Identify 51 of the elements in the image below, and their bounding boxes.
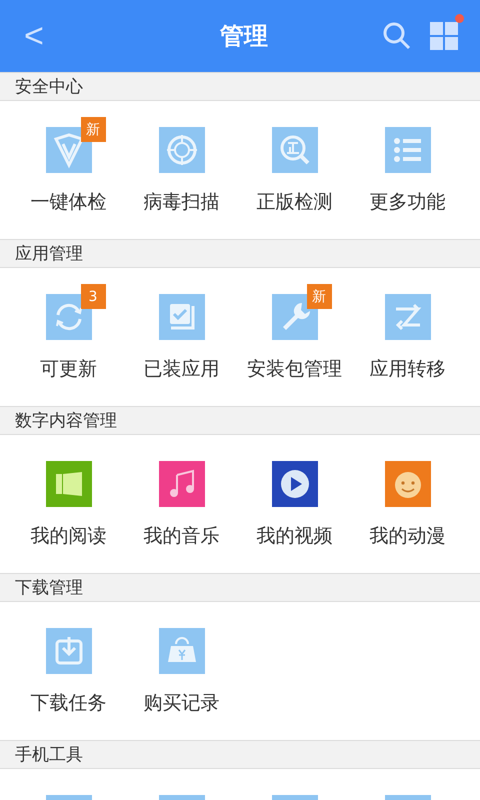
tile-label: 购买记录 — [144, 691, 220, 716]
app-tile[interactable]: 我的动漫 — [351, 435, 464, 573]
tile-label: 更多功能 — [370, 190, 446, 215]
search-icon — [382, 21, 412, 51]
app-tile[interactable]: 购买记录 — [125, 602, 238, 740]
section-title: 数字内容管理 — [15, 410, 117, 432]
app-tile[interactable]: 3 可更新 — [12, 268, 125, 406]
baby-face-icon — [384, 461, 430, 507]
tile-label: 已装应用 — [144, 357, 220, 382]
app-tile[interactable]: 我的阅读 — [12, 435, 125, 573]
new-badge: 新 — [80, 117, 106, 142]
section-title: 应用管理 — [15, 243, 83, 265]
tile-label: 我的动漫 — [370, 524, 446, 549]
section-title: 下载管理 — [15, 577, 83, 599]
tile-label: 安装包管理 — [247, 357, 342, 382]
tile-label: 我的视频 — [256, 524, 332, 549]
section-title: 安全中心 — [15, 76, 83, 98]
magnifier-icon — [272, 127, 318, 173]
tile-label: 可更新 — [40, 357, 97, 382]
app-tile[interactable]: 新 一键体检 — [12, 101, 125, 239]
checkbox-icon — [158, 294, 204, 340]
app-tile[interactable]: 病毒扫描 — [125, 101, 238, 239]
music-note-icon — [158, 461, 204, 507]
tile-label: 我的阅读 — [30, 524, 106, 549]
app-tile[interactable]: 应用转移 — [351, 268, 464, 406]
shopping-bag-icon — [158, 628, 204, 674]
tile-label: 一键体检 — [30, 190, 106, 215]
tile-label: 下载任务 — [30, 691, 106, 716]
app-tile[interactable]: 下载任务 — [12, 602, 125, 740]
app-tile[interactable]: 我的音乐 — [125, 435, 238, 573]
play-button-icon — [272, 461, 318, 507]
download-icon — [46, 628, 92, 674]
target-icon — [158, 127, 204, 173]
grid-icon — [430, 22, 458, 50]
tile-label: 病毒扫描 — [144, 190, 220, 215]
app-tile[interactable]: 已装应用 — [125, 268, 238, 406]
page-title: 管理 — [218, 21, 269, 52]
transfer-arrows-icon — [384, 294, 430, 340]
book-icon — [46, 461, 92, 507]
new-badge: 3 — [80, 284, 106, 309]
app-tile[interactable]: 我的视频 — [238, 435, 351, 573]
list-icon — [384, 127, 430, 173]
section-title: 手机工具 — [15, 744, 83, 766]
new-badge: 新 — [306, 284, 332, 309]
tile-label: 我的音乐 — [144, 524, 220, 549]
refresh-icon — [46, 294, 92, 340]
app-tile[interactable]: 新 安装包管理 — [238, 268, 351, 406]
app-tile[interactable]: 更多功能 — [351, 101, 464, 239]
tile-label: 正版检测 — [256, 190, 332, 215]
app-tile[interactable]: 正版检测 — [238, 101, 351, 239]
tile-label: 应用转移 — [370, 357, 446, 382]
